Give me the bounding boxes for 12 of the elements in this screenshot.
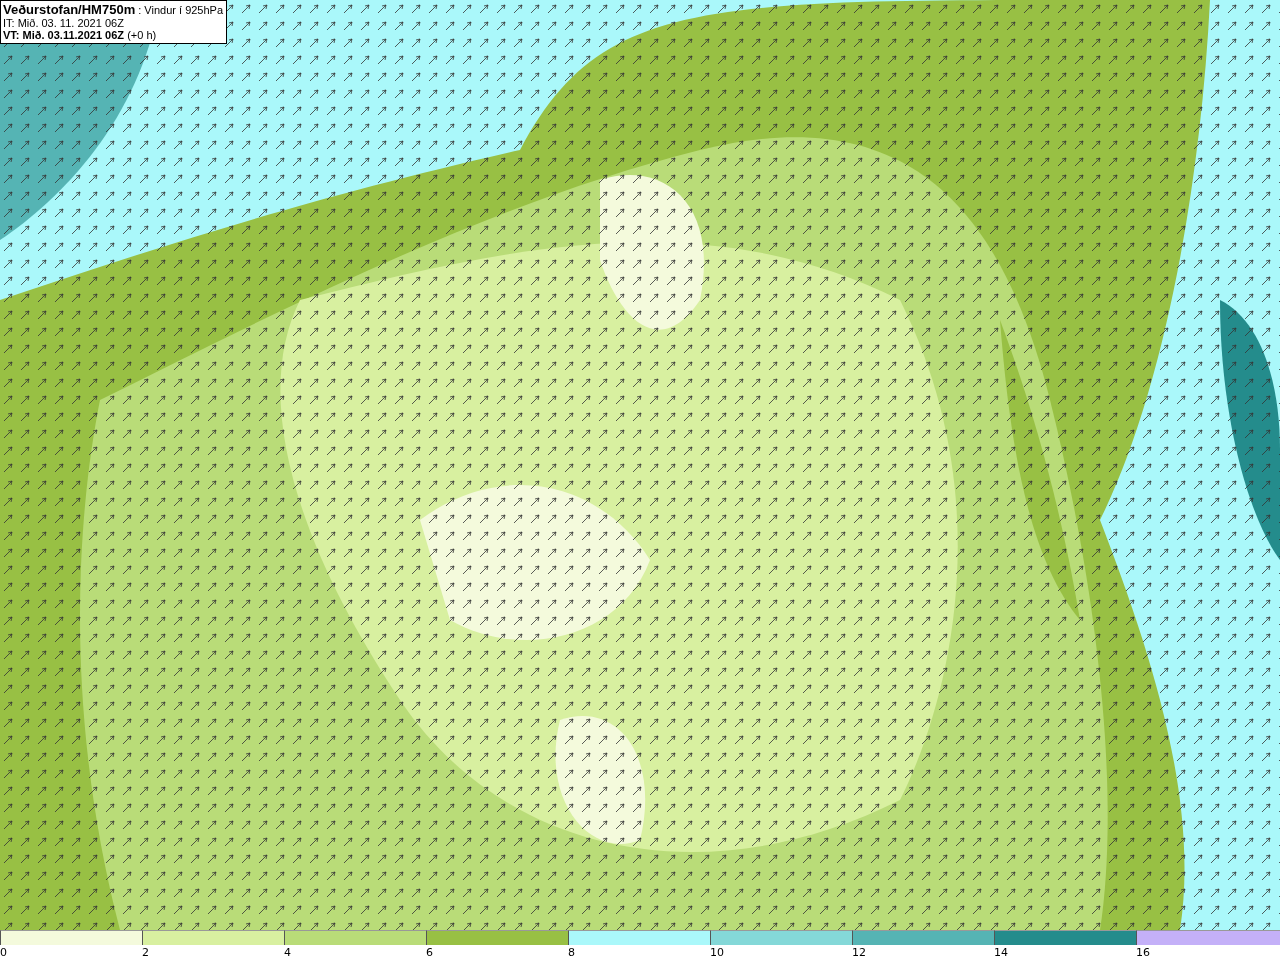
legend-label: 6 — [426, 945, 433, 960]
legend-label: 16 — [1136, 945, 1150, 960]
legend-label: 14 — [994, 945, 1008, 960]
time-label: IT: Mið. 03. 11. 2021 06Z — [3, 17, 125, 29]
legend-label: 4 — [284, 945, 291, 960]
legend-label: 0 — [0, 945, 7, 960]
legend-label: 10 — [710, 945, 724, 960]
legend-label: 2 — [142, 945, 149, 960]
time-label: VT: Mið. 03.11.2021 06Z (+0 h) — [3, 29, 158, 41]
map-title: Veðurstofan/HM750m : Vindur í 925hPa — [3, 2, 224, 17]
legend-label: 12 — [852, 945, 866, 960]
legend-label: 8 — [568, 945, 575, 960]
